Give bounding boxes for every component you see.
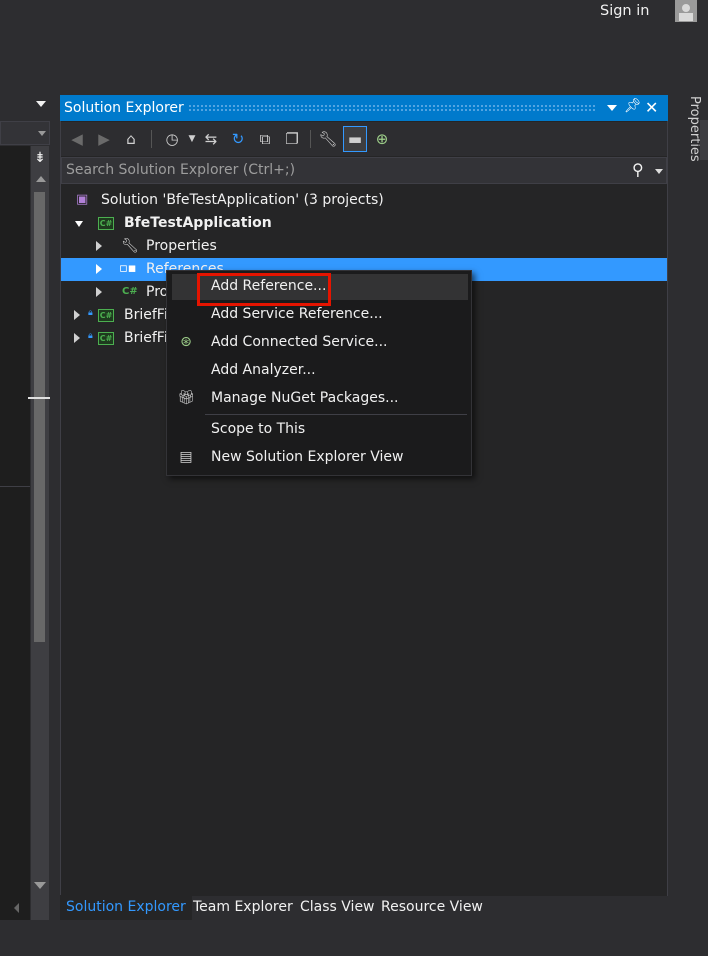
tree-item-label: Solution 'BfeTestApplication' (3 project… [101,192,384,208]
class-diagram-icon[interactable]: ⊕ [370,126,394,152]
tree-row-project[interactable]: C# BfeTestApplication [61,212,667,235]
home-icon[interactable]: ⌂ [119,126,143,152]
back-arrow-icon[interactable]: ◀ [65,126,89,152]
expanded-arrow-icon[interactable] [75,221,83,227]
tab-solution-explorer[interactable]: Solution Explorer [60,895,192,920]
connected-service-icon: ⊛ [180,334,192,350]
menu-item-label: New Solution Explorer View [211,449,404,465]
close-icon[interactable]: ✕ [645,98,658,117]
collapsed-arrow-icon[interactable] [74,310,80,320]
csharp-project-icon: C# [98,332,114,345]
scroll-position-marker [28,397,50,399]
menu-item-add-connected-service[interactable]: ⊛ Add Connected Service... [172,330,468,356]
collapsed-arrow-icon[interactable] [96,241,102,251]
tree-row-properties[interactable]: 🔧︎ Properties [61,235,667,258]
tree-row-solution[interactable]: ▣ Solution 'BfeTestApplication' (3 proje… [61,189,667,212]
search-options-dropdown-icon[interactable] [655,169,663,174]
editor-divider [0,486,30,487]
menu-item-manage-nuget[interactable]: 🎁︎ Manage NuGet Packages... [172,386,468,412]
tree-item-label: Pro [146,284,169,300]
tree-item-label: BriefFi [124,307,168,323]
nuget-package-icon: 🎁︎ [177,390,195,406]
highlight-box [197,273,331,306]
collapse-all-icon[interactable]: ⧉ [253,126,277,152]
csharp-project-icon: C# [98,217,114,230]
scroll-left-icon[interactable] [14,903,19,913]
menu-item-scope-to-this[interactable]: Scope to This [172,417,468,443]
menu-item-label: Add Service Reference... [211,306,383,322]
wrench-icon: 🔧︎ [121,238,139,254]
lock-icon: 🔒︎ [88,331,93,341]
tab-team-explorer[interactable]: Team Explorer [193,899,293,915]
tab-resource-view[interactable]: Resource View [381,899,483,915]
pin-icon[interactable]: 📌︎ [624,98,642,114]
menu-item-label: Scope to This [211,421,306,437]
menu-item-new-solution-explorer-view[interactable]: ▤ New Solution Explorer View [172,445,468,471]
scroll-down-icon[interactable] [34,882,46,889]
sign-in-link[interactable]: Sign in [600,3,649,19]
sync-icon[interactable]: ⇆ [199,126,223,152]
search-placeholder: Search Solution Explorer (Ctrl+;) [66,162,296,178]
tab-class-view[interactable]: Class View [300,899,375,915]
wrench-icon[interactable]: 🔧︎ [316,126,340,152]
tab-properties[interactable]: Properties [669,96,702,166]
solution-icon: ▣ [76,192,89,207]
account-avatar-icon[interactable] [675,0,697,22]
panel-title: Solution Explorer [64,100,184,116]
left-pane-dropdown-icon[interactable] [36,101,46,107]
collapsed-arrow-icon[interactable] [96,287,102,297]
tree-item-label: Properties [146,238,217,254]
menu-item-label: Manage NuGet Packages... [211,390,399,406]
collapsed-arrow-icon[interactable] [96,264,102,274]
refresh-icon[interactable]: ↻ [226,126,250,152]
right-scrollbar[interactable] [700,120,708,160]
chevron-down-icon [38,131,46,136]
tree-item-label: BriefFi [124,330,168,346]
tree-item-label: BfeTestApplication [124,215,272,231]
menu-item-label: Add Connected Service... [211,334,388,350]
csharp-project-icon: C# [98,309,114,322]
menu-item-add-analyzer[interactable]: Add Analyzer... [172,358,468,384]
show-all-files-icon[interactable]: ❐ [280,126,304,152]
collapsed-arrow-icon[interactable] [74,333,80,343]
window-position-dropdown-icon[interactable] [607,105,617,111]
split-window-icon[interactable]: ⇟ [32,150,48,166]
search-icon[interactable]: ⚲ [632,160,644,179]
editor-scrollbar-thumb[interactable] [34,192,45,642]
forward-arrow-icon[interactable]: ▶ [92,126,116,152]
references-icon: ▫▪ [119,261,137,276]
menu-item-label: Add Analyzer... [211,362,316,378]
preview-icon[interactable]: ▬ [343,126,367,152]
new-window-icon: ▤ [179,449,193,465]
scroll-up-icon[interactable] [36,176,46,182]
right-side-strip [670,95,696,920]
editor-area[interactable] [0,146,30,920]
titlebar-grip[interactable] [188,104,596,112]
menu-separator [205,414,467,415]
csharp-file-icon: C# [122,286,138,297]
lock-icon: 🔒︎ [88,308,93,318]
